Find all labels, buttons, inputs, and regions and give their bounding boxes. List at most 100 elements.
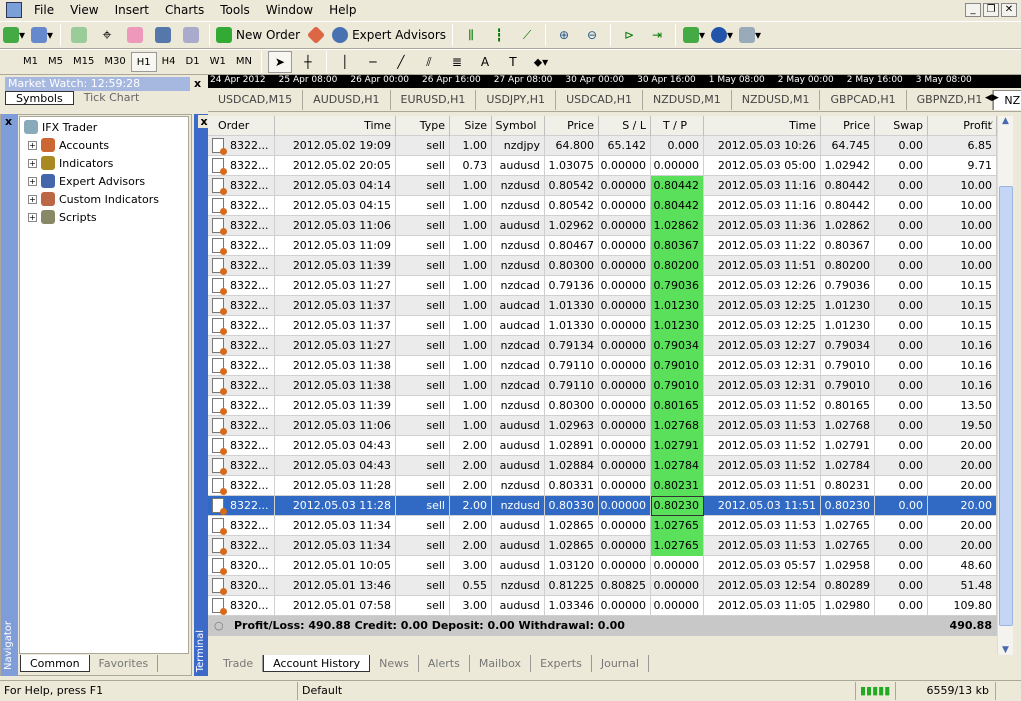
- equidistant-channel-button[interactable]: ⫽: [417, 51, 441, 73]
- chart-tab[interactable]: USDJPY,H1: [476, 90, 557, 110]
- table-row[interactable]: 8322... 2012.05.03 04:14 sell 1.00 nzdusd 0.8…: [208, 176, 997, 196]
- line-chart-button[interactable]: ⟋: [515, 24, 539, 46]
- expert-advisors-button[interactable]: Expert Advisors: [332, 24, 446, 46]
- tab-account-history[interactable]: Account History: [263, 655, 371, 672]
- tab-alerts[interactable]: Alerts: [419, 655, 470, 672]
- tab-scroll-arrows[interactable]: ◀▶: [985, 93, 999, 103]
- table-row[interactable]: 8322... 2012.05.03 04:43 sell 2.00 audusd 1.0…: [208, 436, 997, 456]
- expand-icon[interactable]: +: [28, 194, 37, 204]
- expand-icon[interactable]: +: [28, 176, 37, 186]
- zoom-out-button[interactable]: ⊖: [580, 24, 604, 46]
- tree-item-expert-advisors[interactable]: + Expert Advisors: [28, 174, 145, 188]
- indicators-button[interactable]: ▾: [682, 24, 706, 46]
- expand-icon[interactable]: +: [28, 212, 37, 222]
- timeframe-w1[interactable]: W1: [205, 52, 231, 72]
- vertical-scrollbar[interactable]: ▲ ▼: [997, 116, 1013, 655]
- table-row[interactable]: 8322... 2012.05.03 11:06 sell 1.00 audusd 1.0…: [208, 416, 997, 436]
- market-watch-button[interactable]: [67, 24, 91, 46]
- tree-item-indicators[interactable]: + Indicators: [28, 156, 113, 170]
- table-row[interactable]: 8322... 2012.05.03 11:09 sell 1.00 nzdusd 0.8…: [208, 236, 997, 256]
- scroll-down-icon[interactable]: ▼: [998, 645, 1013, 655]
- minimize-button[interactable]: _: [965, 3, 981, 17]
- table-row[interactable]: 8322... 2012.05.03 11:34 sell 2.00 audusd 1.0…: [208, 536, 997, 556]
- column-header-2[interactable]: Type: [396, 116, 450, 136]
- expand-icon[interactable]: +: [28, 158, 37, 168]
- column-header-8[interactable]: Time: [704, 116, 821, 136]
- tab-trade[interactable]: Trade: [214, 655, 264, 672]
- column-header-7[interactable]: T / P: [651, 116, 704, 136]
- table-row[interactable]: 8322... 2012.05.03 11:39 sell 1.00 nzdusd 0.8…: [208, 256, 997, 276]
- table-row[interactable]: 8322... 2012.05.03 11:38 sell 1.00 nzdcad 0.7…: [208, 356, 997, 376]
- menu-charts[interactable]: Charts: [157, 3, 212, 17]
- table-row[interactable]: 8322... 2012.05.03 11:34 sell 2.00 audusd 1.0…: [208, 516, 997, 536]
- vertical-line-button[interactable]: │: [333, 51, 357, 73]
- table-row[interactable]: 8322... 2012.05.03 11:27 sell 1.00 nzdcad 0.7…: [208, 336, 997, 356]
- strategy-tester-button[interactable]: [179, 24, 203, 46]
- fibonacci-button[interactable]: ≣: [445, 51, 469, 73]
- timeframe-m15[interactable]: M15: [68, 52, 99, 72]
- table-row[interactable]: 8322... 2012.05.02 20:05 sell 0.73 audusd 1.0…: [208, 156, 997, 176]
- table-row[interactable]: 8320... 2012.05.01 13:46 sell 0.55 nzdusd 0.8…: [208, 576, 997, 596]
- table-row[interactable]: 8322... 2012.05.03 11:38 sell 1.00 nzdcad 0.7…: [208, 376, 997, 396]
- bar-chart-button[interactable]: ⫼: [459, 24, 483, 46]
- timeframe-h1[interactable]: H1: [130, 52, 157, 72]
- table-row[interactable]: 8320... 2012.05.01 10:05 sell 3.00 audusd 1.0…: [208, 556, 997, 576]
- table-row[interactable]: 8322... 2012.05.03 11:27 sell 1.00 nzdcad 0.7…: [208, 276, 997, 296]
- expand-icon[interactable]: +: [28, 140, 37, 150]
- column-header-0[interactable]: Order: [208, 116, 275, 136]
- column-header-5[interactable]: Price: [545, 116, 599, 136]
- navigator-button[interactable]: [123, 24, 147, 46]
- scroll-up-icon[interactable]: ▲: [998, 116, 1013, 126]
- table-row[interactable]: 8322... 2012.05.03 11:28 sell 2.00 nzdusd 0.8…: [208, 476, 997, 496]
- column-header-9[interactable]: Price: [821, 116, 875, 136]
- menu-window[interactable]: Window: [258, 3, 321, 17]
- chart-tab[interactable]: AUDUSD,H1: [303, 90, 391, 110]
- chart-shift-button[interactable]: ⇥: [645, 24, 669, 46]
- table-row[interactable]: 8322... 2012.05.02 19:09 sell 1.00 nzdjpy 64.…: [208, 136, 997, 156]
- text-button[interactable]: A: [473, 51, 497, 73]
- column-header-4[interactable]: Symbol: [492, 116, 545, 136]
- chart-tab[interactable]: GBPNZD,H1: [907, 90, 994, 110]
- menu-file[interactable]: File: [26, 3, 62, 17]
- tree-item-accounts[interactable]: + Accounts: [28, 138, 109, 152]
- trendline-button[interactable]: ╱: [389, 51, 413, 73]
- chart-tab[interactable]: EURUSD,H1: [391, 90, 477, 110]
- data-window-button[interactable]: ⌖: [95, 24, 119, 46]
- zoom-in-button[interactable]: ⊕: [552, 24, 576, 46]
- column-header-6[interactable]: S / L: [599, 116, 651, 136]
- templates-button[interactable]: ▾: [738, 24, 762, 46]
- tab-symbols[interactable]: Symbols: [5, 91, 74, 105]
- crosshair-button[interactable]: ┼: [296, 51, 320, 73]
- tab-mailbox[interactable]: Mailbox: [470, 655, 532, 672]
- chart-tab[interactable]: NZDUSD,M1: [643, 90, 732, 110]
- table-row[interactable]: 8320... 2012.05.01 07:58 sell 3.00 audusd 1.0…: [208, 596, 997, 616]
- menu-insert[interactable]: Insert: [107, 3, 157, 17]
- table-row[interactable]: 8322... 2012.05.03 11:06 sell 1.00 audusd 1.0…: [208, 216, 997, 236]
- tab-tick-chart[interactable]: Tick Chart: [74, 91, 150, 105]
- column-header-1[interactable]: Time: [275, 116, 396, 136]
- text-label-button[interactable]: T: [501, 51, 525, 73]
- tree-item-scripts[interactable]: + Scripts: [28, 210, 97, 224]
- tab-common[interactable]: Common: [20, 655, 90, 672]
- menu-view[interactable]: View: [62, 3, 106, 17]
- auto-scroll-button[interactable]: ⊳: [617, 24, 641, 46]
- new-order-button[interactable]: New Order: [216, 24, 300, 46]
- column-header-10[interactable]: Swap: [875, 116, 928, 136]
- restore-button[interactable]: ❐: [983, 3, 999, 17]
- tab-favorites[interactable]: Favorites: [90, 655, 159, 672]
- chart-tab[interactable]: USDCAD,M15: [208, 90, 304, 110]
- periods-button[interactable]: ▾: [710, 24, 734, 46]
- new-chart-button[interactable]: ▾: [2, 24, 26, 46]
- scrollbar-thumb[interactable]: [999, 186, 1013, 626]
- tree-item-custom-indicators[interactable]: + Custom Indicators: [28, 192, 159, 206]
- terminal-button[interactable]: [151, 24, 175, 46]
- candlestick-button[interactable]: ┇: [487, 24, 511, 46]
- timeframe-h4[interactable]: H4: [157, 52, 181, 72]
- menu-help[interactable]: Help: [321, 3, 364, 17]
- horizontal-line-button[interactable]: ─: [361, 51, 385, 73]
- metaeditor-button[interactable]: [304, 24, 328, 46]
- table-row[interactable]: 8322... 2012.05.03 11:39 sell 1.00 nzdusd 0.8…: [208, 396, 997, 416]
- timeframe-mn[interactable]: MN: [231, 52, 257, 72]
- timeframe-m1[interactable]: M1: [18, 52, 43, 72]
- tab-news[interactable]: News: [370, 655, 419, 672]
